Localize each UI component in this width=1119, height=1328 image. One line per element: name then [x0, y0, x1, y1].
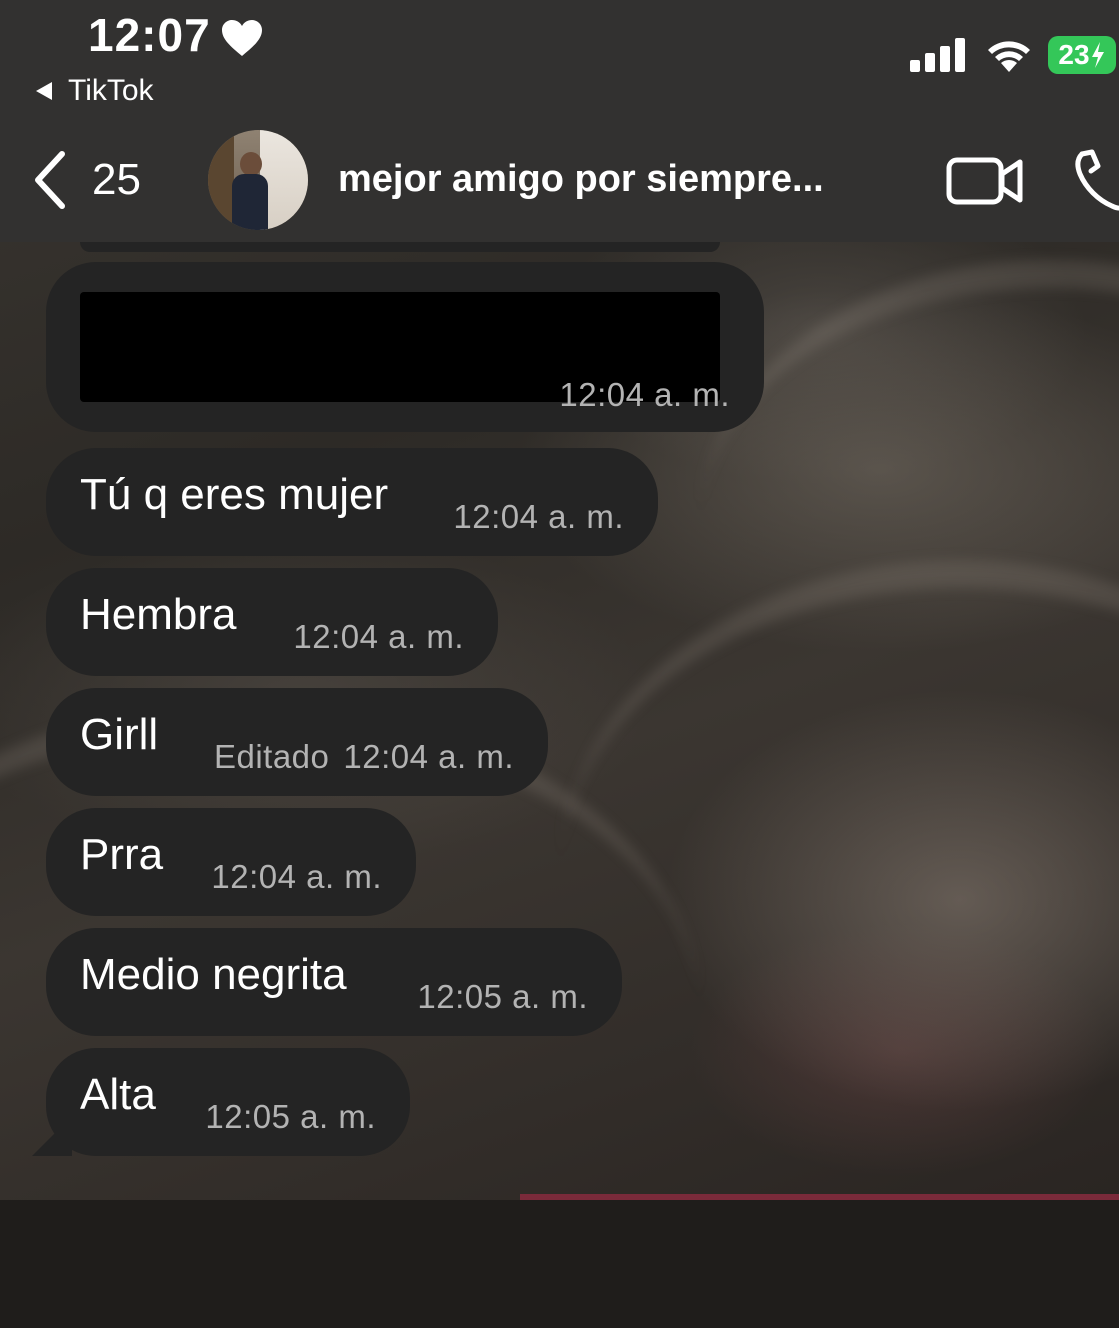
battery-level: 23 — [1058, 39, 1090, 70]
status-time: 12:07 — [88, 9, 211, 61]
message-time: 12:04 a. m. — [293, 618, 464, 655]
message-text: Medio negrita — [80, 950, 347, 999]
previous-message-edge — [80, 242, 720, 252]
message-time: 12:04 a. m. — [453, 498, 624, 535]
message-text: Tú q eres mujer — [80, 470, 389, 519]
chat-header: 25 mejor amigo por siempre... — [0, 118, 1119, 242]
message-time: 12:04 a. m. — [211, 858, 382, 895]
back-to-app-link[interactable]: TikTok — [36, 74, 154, 108]
message-bubble-redacted[interactable]: 12:04 a. m. — [46, 262, 764, 432]
message-bubble[interactable]: Medio negrita 12:05 a. m. — [46, 928, 622, 1036]
heart-icon — [222, 20, 262, 56]
message-bubble[interactable]: Prra 12:04 a. m. — [46, 808, 416, 916]
video-camera-icon[interactable] — [946, 154, 1024, 208]
message-meta: Editado 12:04 a. m. — [214, 738, 514, 776]
message-time: 12:04 a. m. — [343, 738, 514, 775]
message-time: 12:05 a. m. — [205, 1098, 376, 1135]
message-list[interactable]: 12:04 a. m. Tú q eres mujer 12:04 a. m. … — [0, 242, 1119, 1200]
message-text: Prra — [80, 830, 164, 879]
message-text: Girll — [80, 710, 159, 759]
wifi-icon — [988, 41, 1030, 72]
input-bar-edge — [520, 1194, 1119, 1200]
unread-count: 25 — [92, 155, 141, 204]
edited-label: Editado — [213, 738, 330, 775]
message-time: 12:05 a. m. — [417, 978, 588, 1015]
battery-indicator: 23 — [1048, 36, 1116, 74]
back-button[interactable]: 25 — [30, 148, 141, 212]
back-triangle-icon — [36, 82, 52, 100]
message-time: 12:04 a. m. — [559, 376, 730, 413]
charging-bolt-icon — [1091, 42, 1104, 68]
message-bubble[interactable]: Hembra 12:04 a. m. — [46, 568, 498, 676]
message-bubble[interactable]: Girll Editado 12:04 a. m. — [46, 688, 548, 796]
chevron-left-icon — [35, 151, 65, 209]
contact-name[interactable]: mejor amigo por siempre... — [338, 158, 824, 201]
phone-icon[interactable] — [1074, 148, 1119, 212]
message-bubble[interactable]: Tú q eres mujer 12:04 a. m. — [46, 448, 658, 556]
status-bar: 12:07 TikTok 23 — [0, 0, 1119, 118]
message-text: Alta — [80, 1070, 156, 1119]
message-bubble[interactable]: Alta 12:05 a. m. — [46, 1048, 410, 1156]
cellular-signal-icon — [910, 38, 965, 72]
back-app-label: TikTok — [68, 74, 154, 107]
contact-avatar[interactable] — [208, 130, 308, 230]
message-text: Hembra — [80, 590, 237, 639]
